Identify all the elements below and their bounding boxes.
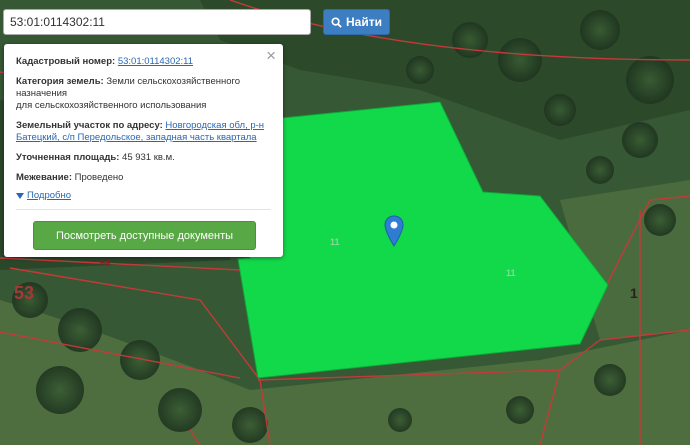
survey-label: Межевание: [16, 172, 72, 183]
parcel-info-popup: × Кадастровый номер: 53:01:0114302:11 Ка… [4, 44, 283, 257]
address-link-1[interactable]: Новгородская обл, р-н [165, 120, 264, 131]
map-label-53: 53 [14, 283, 35, 303]
map-label-11-a: 11 [330, 237, 340, 247]
details-link[interactable]: Подробно [27, 190, 71, 201]
survey-row: Межевание: Проведено [16, 172, 271, 184]
triangle-down-icon [16, 192, 24, 199]
close-icon[interactable]: × [266, 47, 276, 64]
address-link-2[interactable]: Батецкий, с/п Передольское, западная час… [16, 132, 257, 143]
address-row: Земельный участок по адресу: Новгородска… [16, 120, 271, 144]
cadastral-number-row: Кадастровый номер: 53:01:0114302:11 [16, 56, 271, 68]
search-icon [331, 16, 342, 28]
map-label-1: 1 [630, 285, 638, 301]
cadastral-number-link[interactable]: 53:01:0114302:11 [118, 56, 193, 67]
search-button-label: Найти [346, 15, 382, 29]
map-label-11-b: 11 [506, 268, 516, 278]
details-toggle[interactable]: Подробно [16, 190, 271, 201]
map-pin-icon[interactable] [384, 215, 404, 247]
area-row: Уточненная площадь: 45 931 кв.м. [16, 152, 271, 164]
area-value: 45 931 кв.м. [122, 152, 175, 163]
cadastral-number-label: Кадастровый номер: [16, 56, 116, 67]
search-button[interactable]: Найти [323, 9, 390, 35]
popup-divider [16, 209, 271, 210]
land-category-label: Категория земель: [16, 76, 104, 87]
survey-value: Проведено [74, 172, 124, 183]
land-category-value-3: для сельскохозяйственного использования [16, 100, 207, 111]
view-documents-button[interactable]: Посмотреть доступные документы [33, 221, 256, 250]
address-label: Земельный участок по адресу: [16, 120, 163, 131]
map-label-64: 64 [100, 258, 111, 268]
land-category-row: Категория земель: Земли сельскохозяйстве… [16, 76, 271, 112]
land-category-value-1: Земли сельскохозяйственного [106, 76, 241, 87]
area-label: Уточненная площадь: [16, 152, 120, 163]
land-category-value-2: назначения [16, 88, 68, 99]
search-input[interactable] [3, 9, 311, 35]
